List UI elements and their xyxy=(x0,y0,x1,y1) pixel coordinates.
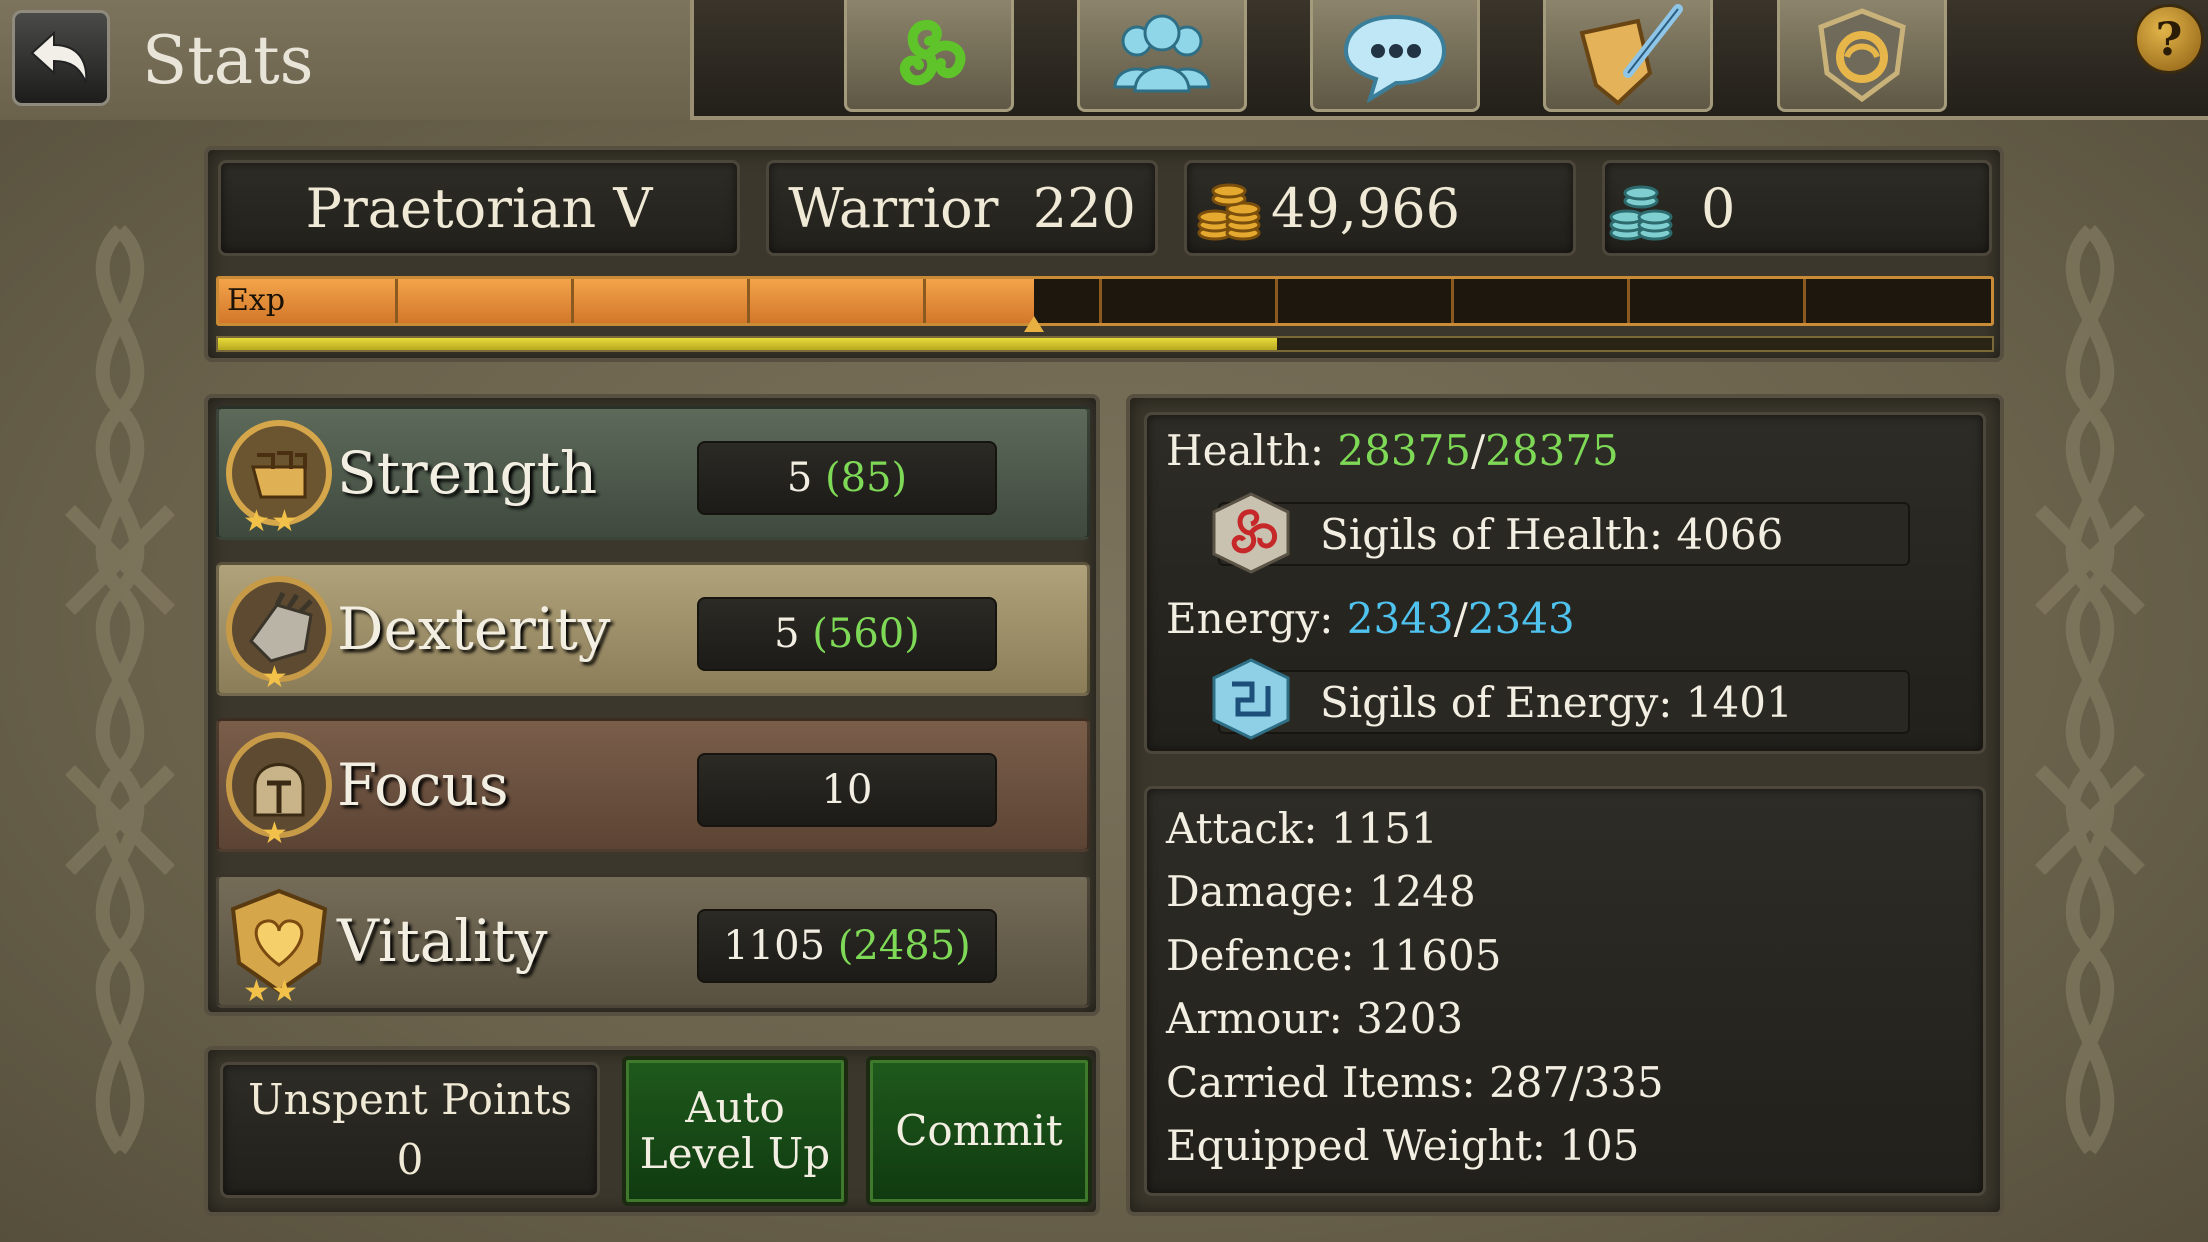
energy-max: 2343 xyxy=(1467,594,1575,643)
gold-box: 49,966 xyxy=(1184,160,1576,256)
auto-level-up-label-line1: Auto xyxy=(685,1083,785,1132)
nav-button-quests[interactable] xyxy=(1543,0,1713,112)
stat-base-vitality: 1105 xyxy=(723,923,826,969)
stat-base-focus: 10 xyxy=(821,767,873,813)
platinum-coins-icon xyxy=(1609,185,1673,241)
sigil-of-energy-icon xyxy=(1212,658,1290,740)
friends-icon xyxy=(1113,14,1211,92)
celtic-knot-right-ornament xyxy=(2035,225,2145,1155)
sigils-health-bar: Sigils of Health: 4066 xyxy=(1218,502,1910,566)
strength-fist-icon: ★ ★ xyxy=(226,420,332,537)
stat-name-strength: Strength xyxy=(337,439,598,507)
equipped-weight-stat: Equipped Weight: 105 xyxy=(1166,1121,1640,1170)
class-level-label: Warrior 220 xyxy=(788,176,1136,240)
stat-row-strength[interactable]: ★ ★ Strength 5 (85) xyxy=(216,406,1090,540)
gold-amount: 49,966 xyxy=(1271,176,1460,240)
exp-bar: Exp xyxy=(216,276,1994,326)
class-level-box: Warrior 220 xyxy=(766,160,1158,256)
quest-scroll-icon xyxy=(1579,3,1683,106)
stat-base-strength: 5 xyxy=(786,455,813,501)
exp-marker-icon xyxy=(1023,316,1044,332)
back-button[interactable] xyxy=(12,10,110,106)
unspent-points-value: 0 xyxy=(396,1135,424,1184)
progress-sub-bar-fill xyxy=(218,338,1278,350)
svg-text:★: ★ xyxy=(243,504,270,537)
sigils-energy-bar: Sigils of Energy: 1401 xyxy=(1218,670,1910,734)
stat-value-dexterity: 5 (560) xyxy=(697,597,997,671)
stat-value-focus: 10 xyxy=(697,753,997,827)
platinum-amount: 0 xyxy=(1701,176,1736,240)
stat-value-vitality: 1105 (2485) xyxy=(697,909,997,983)
health-current: 28375 xyxy=(1337,426,1472,475)
carried-items-stat: Carried Items: 287/335 xyxy=(1166,1058,1664,1107)
rank-label: Praetorian V xyxy=(305,176,653,240)
stat-total-vitality: (2485) xyxy=(837,923,971,969)
sigils-health-label: Sigils of Health: 4066 xyxy=(1320,509,1784,559)
stat-total-strength: (85) xyxy=(825,455,908,501)
health-label: Health: xyxy=(1166,426,1325,475)
stat-row-dexterity[interactable]: ★ Dexterity 5 (560) xyxy=(216,562,1090,696)
auto-level-up-button[interactable]: Auto Level Up xyxy=(622,1056,848,1206)
stat-base-dexterity: 5 xyxy=(774,611,800,657)
unspent-points-label: Unspent Points xyxy=(248,1075,572,1124)
commit-button[interactable]: Commit xyxy=(866,1056,1092,1206)
help-button[interactable]: ? xyxy=(2134,4,2204,74)
svg-text:★: ★ xyxy=(261,816,288,849)
back-arrow-icon xyxy=(30,30,88,84)
svg-text:★: ★ xyxy=(271,974,298,1005)
chat-icon xyxy=(1343,14,1447,103)
stat-total-dexterity: (560) xyxy=(812,611,920,657)
stat-value-strength: 5 (85) xyxy=(697,441,997,515)
rank-box: Praetorian V xyxy=(218,160,740,256)
unspent-points-box: Unspent Points 0 xyxy=(220,1062,600,1198)
dexterity-gauntlet-icon: ★ xyxy=(226,576,332,693)
gold-coins-icon xyxy=(1197,183,1261,241)
progress-sub-bar xyxy=(216,336,1994,352)
stat-name-focus: Focus xyxy=(337,751,509,819)
stat-name-vitality: Vitality xyxy=(337,907,548,975)
energy-current: 2343 xyxy=(1346,594,1454,643)
health-max: 28375 xyxy=(1485,426,1619,475)
svg-text:★: ★ xyxy=(243,974,270,1005)
energy-line: Energy: 2343/2343 xyxy=(1166,594,1575,643)
svg-text:★: ★ xyxy=(261,660,288,693)
vitality-heart-icon: ★ ★ xyxy=(230,888,328,1005)
svg-text:★: ★ xyxy=(271,504,298,537)
help-icon: ? xyxy=(2155,12,2183,66)
auto-level-up-label-line2: Level Up xyxy=(639,1129,831,1178)
exp-bar-fill xyxy=(219,279,1035,323)
stat-row-vitality[interactable]: ★ ★ Vitality 1105 (2485) xyxy=(216,874,1090,1008)
damage-stat: Damage: 1248 xyxy=(1166,867,1476,916)
celtic-knot-left-ornament xyxy=(65,225,175,1155)
nav-button-chat[interactable] xyxy=(1310,0,1480,112)
exp-label: Exp xyxy=(227,283,286,318)
nav-button-friends[interactable] xyxy=(1077,0,1247,112)
defence-stat: Defence: 11605 xyxy=(1166,931,1502,980)
commit-label: Commit xyxy=(895,1106,1063,1155)
stat-row-focus[interactable]: ★ Focus 10 xyxy=(216,718,1090,852)
page-title: Stats xyxy=(142,22,314,99)
energy-label: Energy: xyxy=(1166,594,1334,643)
guild-crest-icon xyxy=(1818,7,1906,102)
nav-button-triskelion[interactable] xyxy=(844,0,1014,112)
sigil-of-health-icon xyxy=(1212,492,1290,574)
attack-stat: Attack: 1151 xyxy=(1166,804,1438,853)
armour-stat: Armour: 3203 xyxy=(1166,994,1464,1043)
energy-slash: / xyxy=(1453,594,1468,643)
health-line: Health: 28375/28375 xyxy=(1166,426,1619,475)
triskelion-icon xyxy=(899,19,966,85)
stat-name-dexterity: Dexterity xyxy=(337,595,611,663)
platinum-box: 0 xyxy=(1602,160,1992,256)
nav-button-guild[interactable] xyxy=(1777,0,1947,112)
sigils-energy-label: Sigils of Energy: 1401 xyxy=(1320,677,1793,727)
focus-helmet-icon: ★ xyxy=(226,732,332,849)
health-slash: / xyxy=(1471,426,1486,475)
